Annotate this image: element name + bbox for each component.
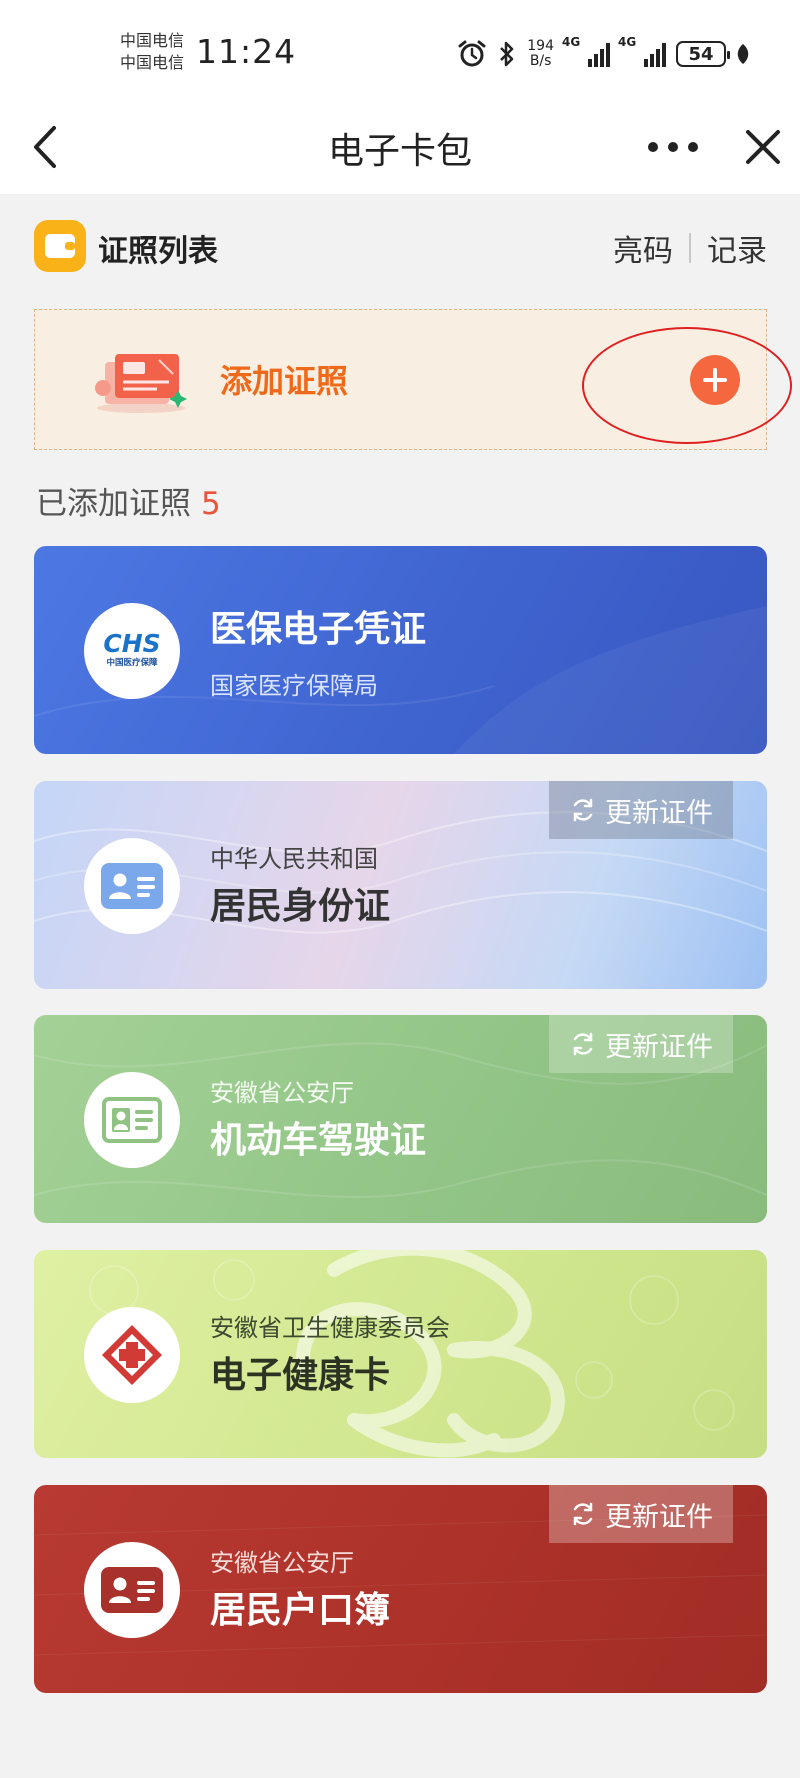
header-links: 亮码 记录 (613, 226, 767, 270)
license-card-icon (84, 1072, 180, 1168)
update-license-button[interactable]: 更新证件 (549, 1485, 733, 1543)
network-speed-unit: B/s (529, 53, 552, 69)
license-illustration-icon (95, 354, 187, 413)
battery-icon: 54 (676, 41, 730, 67)
household-card-icon (84, 1542, 180, 1638)
card-title: 居民户口簿 (210, 1590, 391, 1631)
show-code-link[interactable]: 亮码 (613, 226, 673, 270)
update-license-label: 更新证件 (605, 797, 713, 829)
card-title: 居民身份证 (210, 886, 391, 927)
refresh-icon (573, 1502, 593, 1526)
add-license-label: 添加证照 (220, 362, 349, 400)
added-count: 5 (201, 486, 221, 522)
system-icons: 194 B/s 4G 4G 54 (457, 35, 750, 72)
added-licenses-heading: 已添加证照 5 (36, 478, 221, 523)
card-title: 机动车驾驶证 (210, 1120, 427, 1161)
red-cross-icon (84, 1307, 180, 1403)
signal-1-label: 4G (562, 35, 581, 49)
refresh-icon (573, 1032, 593, 1056)
added-label: 已添加证照 (36, 486, 191, 522)
chs-logo-caption: 中国医疗保障 (106, 657, 158, 668)
bluetooth-icon (500, 41, 514, 67)
link-divider (689, 233, 691, 263)
network-speed: 194 B/s (527, 39, 554, 69)
list-header: 证照列表 亮码 记录 (34, 218, 767, 274)
card-issuer: 安徽省公安厅 (210, 1549, 354, 1577)
signal-2-label: 4G (618, 35, 637, 49)
carrier-labels: 中国电信 中国电信 (120, 30, 184, 74)
network-speed-value: 194 (527, 38, 554, 54)
card-driving-license[interactable]: 更新证件 安徽省公安厅 机动车驾驶证 (34, 1015, 767, 1223)
update-license-button[interactable]: 更新证件 (549, 1015, 733, 1073)
card-title: 医保电子凭证 (210, 609, 427, 650)
card-resident-id[interactable]: 更新证件 中华人民共和国 居民身份证 (34, 781, 767, 989)
update-license-label: 更新证件 (605, 1031, 713, 1063)
signal-icon-1: 4G (562, 35, 610, 67)
card-issuer: 国家医疗保障局 (210, 672, 378, 700)
more-dots-icon[interactable] (640, 122, 706, 172)
card-issuer: 安徽省公安厅 (210, 1079, 354, 1107)
carrier-2: 中国电信 (120, 53, 185, 72)
card-issuer: 安徽省卫生健康委员会 (210, 1314, 450, 1342)
signal-icon-2: 4G (618, 35, 666, 67)
update-license-button[interactable]: 更新证件 (549, 781, 733, 839)
close-icon[interactable] (738, 122, 788, 172)
alarm-icon (458, 40, 486, 67)
chs-logo-text: CHS (103, 629, 160, 658)
card-household-register[interactable]: 更新证件 安徽省公安厅 居民户口簿 (34, 1485, 767, 1693)
update-license-label: 更新证件 (605, 1501, 713, 1533)
nav-bar: 电子卡包 (0, 100, 800, 194)
card-medical-insurance[interactable]: CHS 中国医疗保障 医保电子凭证 国家医疗保障局 (34, 546, 767, 754)
records-link[interactable]: 记录 (707, 226, 767, 270)
id-card-icon (84, 838, 180, 934)
wallet-icon (34, 220, 86, 272)
clock: 11:24 (196, 32, 297, 71)
list-title: 证照列表 (98, 234, 218, 269)
chs-logo-icon: CHS 中国医疗保障 (84, 603, 180, 699)
carrier-1: 中国电信 (120, 31, 185, 50)
battery-level: 54 (688, 43, 714, 65)
card-issuer: 中华人民共和国 (210, 845, 378, 873)
card-health[interactable]: 安徽省卫生健康委员会 电子健康卡 (34, 1250, 767, 1458)
leaf-icon (737, 44, 749, 64)
card-title: 电子健康卡 (210, 1355, 391, 1396)
refresh-icon (573, 798, 593, 822)
highlight-annotation (582, 327, 792, 444)
status-bar: 中国电信 中国电信 11:24 194 B/s 4G 4G 54 (0, 0, 800, 100)
